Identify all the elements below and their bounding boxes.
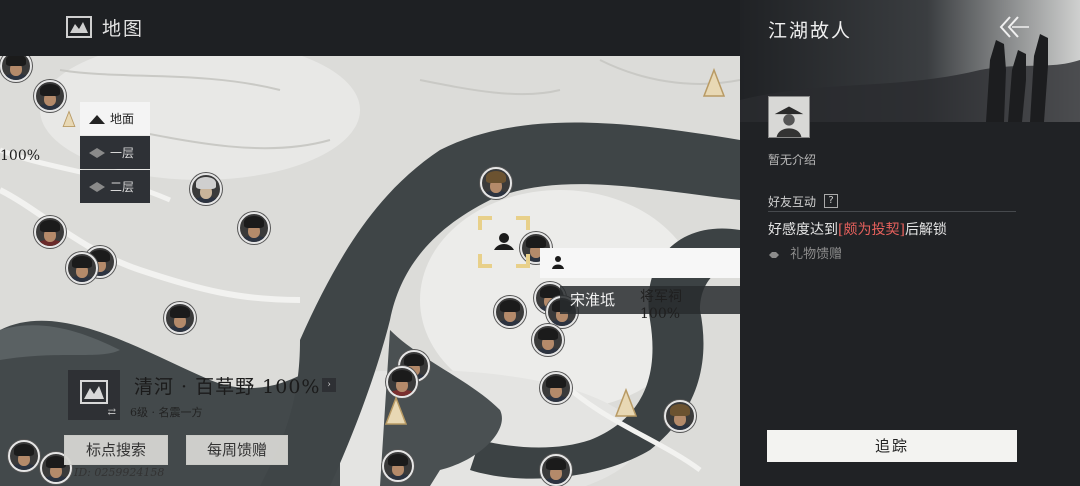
player-uid: ID: 0259924158 — [74, 466, 165, 479]
npc-avatar[interactable] — [532, 324, 564, 356]
layer-label: 二层 — [110, 180, 135, 194]
npc-detail-panel: 江湖故人 暂无介绍 好友互动 ? 好感度达到[颇为投契]后解锁 礼物馈赠 追踪 — [740, 0, 1080, 486]
npc-intro: 暂无介绍 — [768, 153, 817, 167]
region-level: 6级 · 名震一方 — [130, 406, 203, 419]
waypoint-marker-icon[interactable] — [62, 110, 76, 128]
chevron-right-icon[interactable]: › — [322, 378, 336, 392]
npc-avatar[interactable] — [34, 216, 66, 248]
location-percent: 100% — [640, 306, 681, 322]
npc-avatar[interactable] — [664, 400, 696, 432]
layer-ground[interactable]: 地面 — [80, 102, 150, 135]
gift-option: 礼物馈赠 — [768, 243, 842, 262]
map-header: 地图 — [0, 0, 740, 56]
weekly-gift-button[interactable]: 每周馈赠 — [186, 435, 288, 465]
npc-avatar[interactable] — [494, 296, 526, 328]
collapse-icon[interactable] — [998, 14, 1030, 40]
layer-floor-1[interactable]: 一层 — [80, 136, 150, 169]
floor-icon — [89, 147, 105, 158]
unlock-prefix: 好感度达到 — [768, 222, 838, 238]
npc-name: 宋淮坻 — [570, 291, 616, 309]
npc-avatar[interactable] — [540, 454, 572, 486]
location-name: 将军祠 — [640, 289, 682, 305]
layer-label: 地面 — [110, 112, 135, 126]
gift-label: 礼物馈赠 — [790, 247, 843, 262]
npc-avatar[interactable] — [386, 366, 418, 398]
npc-avatar[interactable] — [164, 302, 196, 334]
floor-layer-menu: 地面 一层 二层 — [80, 102, 150, 204]
map-icon — [66, 16, 92, 38]
handshake-icon — [769, 251, 779, 258]
mountain-icon — [89, 114, 105, 124]
divider — [768, 211, 1016, 212]
waypoint-marker-icon[interactable] — [614, 388, 638, 418]
region-switch-button[interactable]: ⇄ — [68, 370, 120, 420]
npc-portrait-icon — [768, 96, 810, 138]
area-percent: 100% — [0, 148, 41, 164]
marker-search-button[interactable]: 标点搜索 — [64, 435, 168, 465]
help-icon[interactable]: ? — [824, 194, 838, 208]
unlock-suffix: 后解锁 — [904, 222, 947, 238]
region-name: 清河 · 百草野 100% — [134, 376, 321, 398]
layer-floor-2[interactable]: 二层 — [80, 170, 150, 203]
track-button[interactable]: 追踪 — [767, 430, 1017, 462]
layer-label: 一层 — [110, 146, 135, 160]
person-icon — [552, 256, 564, 269]
map-icon — [80, 380, 108, 404]
npc-avatar[interactable] — [190, 173, 222, 205]
map-view[interactable]: 地图 100% 地面 一层 二层 宋淮坻 将军祠 100% ⇄ 清河 · 百草野… — [0, 0, 740, 486]
swap-icon: ⇄ — [107, 407, 116, 418]
tooltip-location: 将军祠 100% — [640, 286, 740, 322]
npc-avatar[interactable] — [238, 212, 270, 244]
npc-avatar[interactable] — [34, 80, 66, 112]
map-tooltip[interactable] — [540, 248, 740, 278]
npc-avatar[interactable] — [66, 252, 98, 284]
unlock-condition: 好感度达到[颇为投契]后解锁 — [768, 219, 947, 239]
npc-avatar[interactable] — [480, 167, 512, 199]
npc-avatar[interactable] — [382, 450, 414, 482]
map-title: 地图 — [102, 18, 145, 40]
waypoint-marker-icon[interactable] — [702, 68, 726, 98]
friend-interaction-title: 好友互动 — [768, 195, 817, 209]
affinity-level: [颇为投契] — [838, 222, 905, 238]
npc-avatar[interactable] — [8, 440, 40, 472]
waypoint-marker-icon[interactable] — [384, 396, 408, 426]
floor-icon — [89, 181, 105, 192]
selection-frame-icon — [478, 216, 530, 268]
npc-avatar[interactable] — [540, 372, 572, 404]
panel-title: 江湖故人 — [768, 20, 853, 42]
